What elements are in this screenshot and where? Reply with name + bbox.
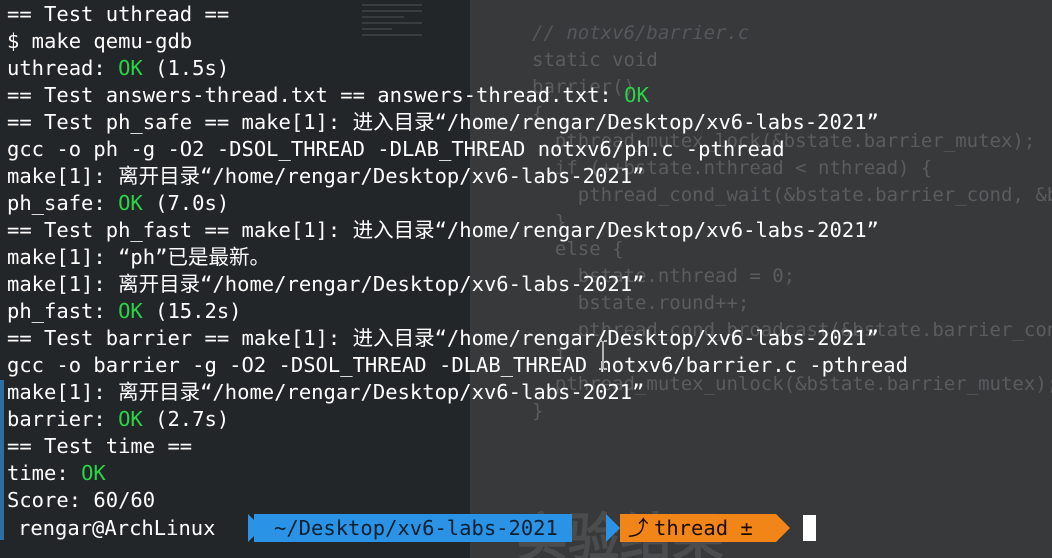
terminal-line: == Test time == xyxy=(7,433,192,460)
terminal-text: make[1]: 离开目录“/home/rengar/Desktop/xv6-l… xyxy=(7,380,645,404)
git-branch-icon: ⤴ xyxy=(628,516,649,540)
terminal-text: == Test barrier == make[1]: 进入目录“/home/r… xyxy=(7,326,879,350)
terminal-line: $ make qemu-gdb xyxy=(7,28,192,55)
terminal-line: gcc -o ph -g -O2 -DSOL_THREAD -DLAB_THRE… xyxy=(7,136,785,163)
terminal-line: make[1]: 离开目录“/home/rengar/Desktop/xv6-l… xyxy=(7,163,644,190)
terminal-line: make[1]: 离开目录“/home/rengar/Desktop/xv6-l… xyxy=(7,379,644,406)
test-ok-status: OK xyxy=(118,191,143,215)
terminal-text: ph_fast: xyxy=(7,299,119,323)
git-dirty-status: ± xyxy=(740,516,753,540)
terminal-text: $ make qemu-gdb xyxy=(7,29,193,53)
shell-prompt: rengar@ArchLinux ~/Desktop/xv6-labs-2021… xyxy=(0,514,1052,542)
terminal-text: ph_safe: xyxy=(7,191,119,215)
test-duration: (1.5s) xyxy=(142,56,230,80)
terminal-line: make[1]: 离开目录“/home/rengar/Desktop/xv6-l… xyxy=(7,271,644,298)
terminal-line: ph_fast: OK (15.2s) xyxy=(7,298,242,325)
terminal-text: == Test uthread == xyxy=(7,2,230,26)
terminal-line: gcc -o barrier -g -O2 -DSOL_THREAD -DLAB… xyxy=(7,352,908,379)
git-branch-name: thread xyxy=(654,516,729,540)
terminal-text: == Test ph_fast == make[1]: 进入目录“/home/r… xyxy=(7,218,879,242)
terminal-text: Score: 60/60 xyxy=(7,488,156,512)
prompt-separator-arrow xyxy=(606,514,620,542)
test-ok-status: OK xyxy=(624,83,649,107)
test-duration: (15.2s) xyxy=(142,299,242,323)
terminal-line: == Test answers-thread.txt == answers-th… xyxy=(7,82,649,109)
terminal-text: barrier: xyxy=(7,407,119,431)
terminal-text: gcc -o ph -g -O2 -DSOL_THREAD -DLAB_THRE… xyxy=(7,137,785,161)
terminal-line: make[1]: “ph”已是最新。 xyxy=(7,244,270,271)
terminal-text: make[1]: 离开目录“/home/rengar/Desktop/xv6-l… xyxy=(7,272,645,296)
terminal-line: uthread: OK (1.5s) xyxy=(7,55,229,82)
test-ok-status: OK xyxy=(118,299,143,323)
test-ok-status: OK xyxy=(118,56,143,80)
terminal-text: make[1]: “ph”已是最新。 xyxy=(7,245,270,269)
terminal-text: == Test ph_safe == make[1]: 进入目录“/home/r… xyxy=(7,110,879,134)
terminal-text: time: xyxy=(7,461,82,485)
terminal-line: barrier: OK (2.7s) xyxy=(7,406,229,433)
terminal-line: == Test barrier == make[1]: 进入目录“/home/r… xyxy=(7,325,879,352)
terminal-line: ph_safe: OK (7.0s) xyxy=(7,190,229,217)
terminal-text: == Test time == xyxy=(7,434,193,458)
terminal-text: == Test answers-thread.txt == answers-th… xyxy=(7,83,625,107)
terminal-line: time: OK xyxy=(7,460,106,487)
terminal-output[interactable]: == Test uthread == $ make qemu-gdb uthread… xyxy=(0,0,1052,558)
test-duration: (2.7s) xyxy=(142,407,230,431)
test-duration: (7.0s) xyxy=(142,191,230,215)
test-ok-status: OK xyxy=(81,461,106,485)
terminal-text: uthread: xyxy=(7,56,119,80)
prompt-user-host: rengar@ArchLinux xyxy=(18,516,216,540)
terminal-text: make[1]: 离开目录“/home/rengar/Desktop/xv6-l… xyxy=(7,164,645,188)
prompt-separator-arrow xyxy=(776,514,790,542)
terminal-line: Score: 60/60 xyxy=(7,487,155,514)
terminal-text: gcc -o barrier -g -O2 -DSOL_THREAD -DLAB… xyxy=(7,353,908,377)
terminal-line: == Test ph_safe == make[1]: 进入目录“/home/r… xyxy=(7,109,879,136)
terminal-line: == Test uthread == xyxy=(7,1,229,28)
text-cursor[interactable] xyxy=(803,515,816,541)
terminal-line: == Test ph_fast == make[1]: 进入目录“/home/r… xyxy=(7,217,879,244)
ibeam-cursor-icon xyxy=(599,340,607,370)
test-ok-status: OK xyxy=(118,407,143,431)
prompt-path: ~/Desktop/xv6-labs-2021 xyxy=(254,514,572,542)
prompt-git-segment: ⤴ thread ± xyxy=(620,514,776,542)
